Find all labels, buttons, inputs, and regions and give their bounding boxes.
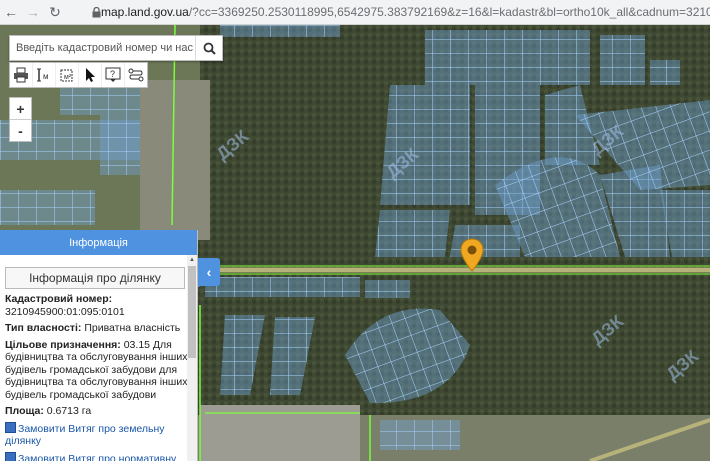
zoom-out-button[interactable]: - xyxy=(10,120,31,141)
ownership-label: Тип власності: xyxy=(5,322,82,334)
svg-text:м: м xyxy=(43,72,49,81)
scroll-thumb[interactable] xyxy=(188,266,196,358)
panel-scrollbar[interactable]: ▲ xyxy=(187,255,197,461)
order-extract-land-label: Замовити Витяг про земельну ділянку xyxy=(5,422,165,448)
cadnum-row: Кадастровий номер: 3210945900:01:095:010… xyxy=(5,293,191,318)
select-cursor-button[interactable] xyxy=(79,63,102,87)
measure-line-button[interactable]: м xyxy=(33,63,56,87)
zoom-in-button[interactable]: + xyxy=(10,98,31,120)
cadastral-search xyxy=(9,35,223,61)
purpose-row: Цільове призначення: 03.15 Для будівницт… xyxy=(5,339,191,402)
cadnum-value: 3210945900:01:095:0101 xyxy=(5,305,125,318)
reload-button[interactable]: ↻ xyxy=(44,1,66,23)
area-value: 0.6713 га xyxy=(46,405,92,417)
help-icon: ? xyxy=(105,67,121,82)
area-label: Площа: xyxy=(5,405,44,417)
order-extract-valuation-label: Замовити Витяг про нормативну грошову оц… xyxy=(18,452,177,461)
back-button[interactable]: ← xyxy=(0,1,22,23)
print-button[interactable] xyxy=(10,63,33,87)
search-button[interactable] xyxy=(195,36,222,60)
purpose-label: Цільове призначення: xyxy=(5,338,121,351)
order-extract-valuation-link[interactable]: Замовити Витяг про нормативну грошову оц… xyxy=(5,451,191,461)
order-extract-land-link[interactable]: Замовити Витяг про земельну ділянку xyxy=(5,421,191,448)
document-icon xyxy=(5,451,16,461)
ownership-value: Приватна власність xyxy=(84,322,181,334)
reload-icon: ↻ xyxy=(49,3,61,20)
print-icon xyxy=(14,67,28,83)
cursor-icon xyxy=(86,68,95,82)
url-path: /?cc=3369250.2530118995,6542975.38379216… xyxy=(188,5,710,19)
url-host: map.land.gov.ua xyxy=(101,5,189,19)
panel-body: Інформація про ділянку Кадастровий номер… xyxy=(0,255,191,461)
svg-text:м²: м² xyxy=(64,74,72,81)
ownership-row: Тип власності: Приватна власність xyxy=(5,322,191,335)
map-toolbar: м м² ? xyxy=(9,62,148,88)
measure-line-icon: м xyxy=(37,68,49,82)
measure-area-icon: м² xyxy=(60,69,73,82)
scroll-up-icon[interactable]: ▲ xyxy=(187,255,197,265)
section-title: Інформація про ділянку xyxy=(5,267,185,289)
svg-text:?: ? xyxy=(110,69,115,79)
search-input[interactable] xyxy=(10,37,196,59)
area-row: Площа: 0.6713 га xyxy=(5,405,191,418)
arrow-right-icon: → xyxy=(26,4,40,20)
cadnum-label: Кадастровий номер: xyxy=(5,293,113,305)
collapse-panel-button[interactable]: ‹ xyxy=(198,258,220,286)
help-button[interactable]: ? xyxy=(102,63,125,87)
measure-area-button[interactable]: м² xyxy=(56,63,79,87)
address-bar[interactable]: map.land.gov.ua/?cc=3369250.2530118995,6… xyxy=(92,2,710,22)
forward-button[interactable]: → xyxy=(22,1,44,23)
search-icon xyxy=(203,42,216,55)
browser-toolbar: ← → ↻ map.land.gov.ua/?cc=3369250.253011… xyxy=(0,0,710,25)
panel-header: Інформація xyxy=(0,230,197,255)
info-panel: Інформація Інформація про ділянку Кадаст… xyxy=(0,230,198,461)
route-icon xyxy=(128,68,144,82)
zoom-control: + - xyxy=(9,97,32,142)
arrow-left-icon: ← xyxy=(4,4,18,20)
lock-icon xyxy=(92,6,101,18)
document-icon xyxy=(5,421,16,433)
route-button[interactable] xyxy=(125,63,147,87)
